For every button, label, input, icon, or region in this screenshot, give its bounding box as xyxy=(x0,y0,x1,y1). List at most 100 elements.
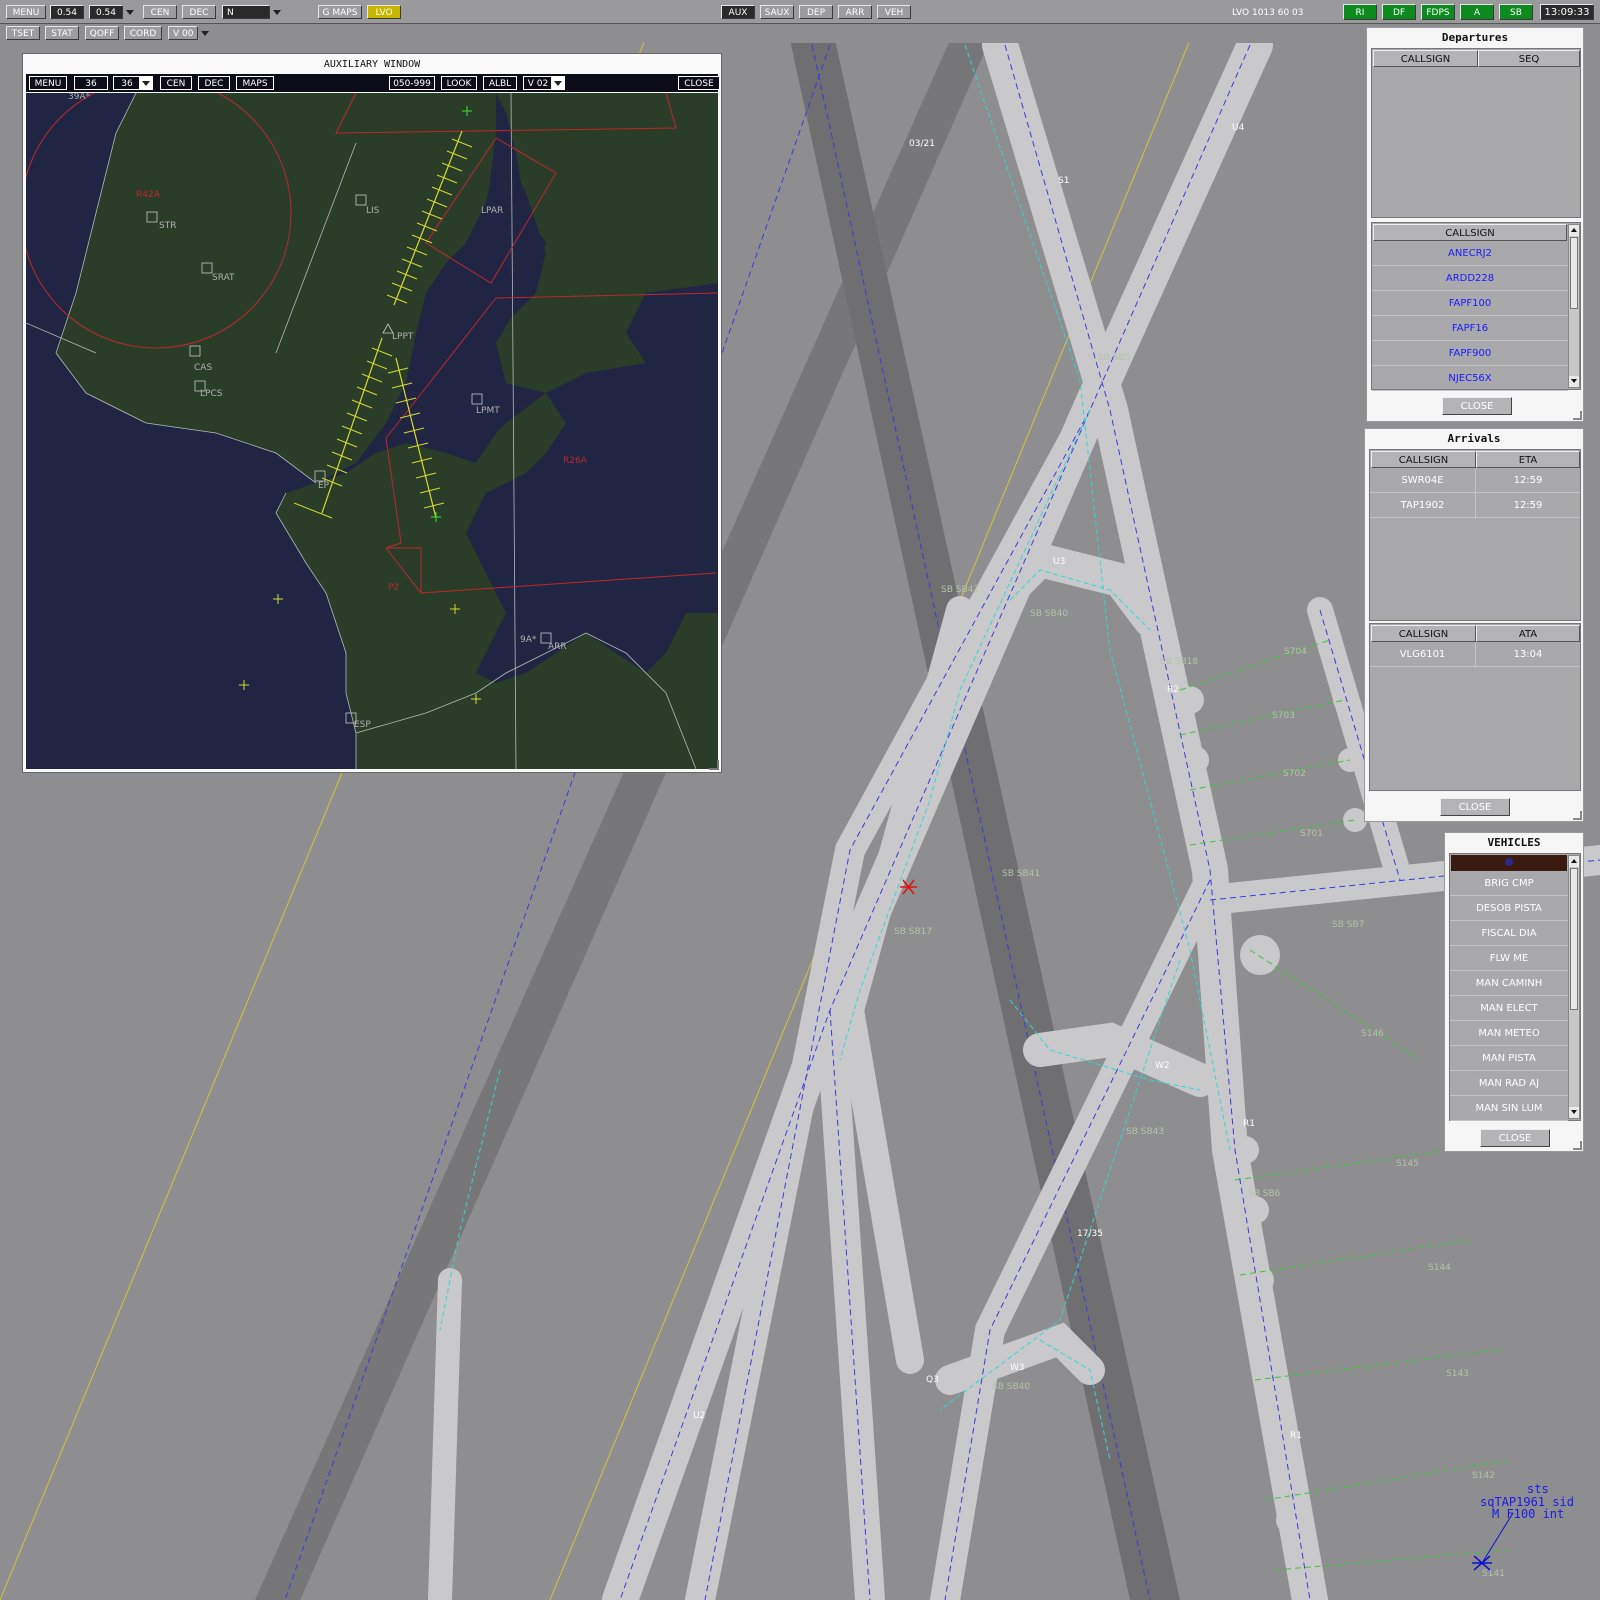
stat-button[interactable]: STAT xyxy=(45,26,79,40)
aux-view-select[interactable]: V 02 xyxy=(523,76,553,90)
vehicles-scrollbar[interactable] xyxy=(1568,855,1580,1119)
arrivals-resize-grip-icon[interactable] xyxy=(1573,811,1582,820)
aux-dec-button[interactable]: DEC xyxy=(198,76,230,90)
dep-button[interactable]: DEP xyxy=(799,5,833,19)
departures-resize-grip-icon[interactable] xyxy=(1573,411,1582,420)
landed-callsign[interactable]: VLG6101 xyxy=(1370,643,1475,667)
landed-ata: 13:04 xyxy=(1476,643,1580,667)
aux-maps-button[interactable]: MAPS xyxy=(236,76,274,90)
departures-panel[interactable]: Departures CALLSIGN SEQ CALLSIGN ANECRJ2… xyxy=(1366,27,1584,422)
vehicle-row[interactable]: MAN SIN LUM xyxy=(1450,1097,1568,1121)
vehicle-row[interactable]: MAN CAMINH xyxy=(1450,972,1568,996)
map-label: ESP xyxy=(354,720,371,730)
vehicles-resize-grip-icon[interactable] xyxy=(1573,1141,1582,1150)
orientation-select[interactable]: N xyxy=(222,5,270,19)
ri-button[interactable]: RI xyxy=(1343,4,1377,20)
aux-radar-map[interactable]: 39A* STR LIS LPAR SRAT LPPT CAS LPCS LPM… xyxy=(26,93,718,769)
vehicles-panel[interactable]: VEHICLES BRIG CMP DESOB PISTA FISCAL DIA… xyxy=(1444,832,1584,1152)
qoff-button[interactable]: QOFF xyxy=(85,26,119,40)
taxi-label: R1 xyxy=(1243,1119,1255,1129)
a-button[interactable]: A xyxy=(1460,4,1494,20)
vehicle-row[interactable]: FLW ME xyxy=(1450,947,1568,971)
view-select[interactable]: V 00 xyxy=(168,26,198,40)
vehicle-row[interactable]: MAN ELECT xyxy=(1450,997,1568,1021)
range-dropdown-icon[interactable] xyxy=(123,5,137,19)
taxi-label: W2 xyxy=(1155,1061,1170,1071)
aux-resize-grip-icon[interactable] xyxy=(709,760,719,770)
df-button[interactable]: DF xyxy=(1382,4,1416,20)
aux-albl-button[interactable]: ALBL xyxy=(483,76,517,90)
vehicle-row[interactable]: MAN RAD AJ xyxy=(1450,1072,1568,1096)
departures-close-button[interactable]: CLOSE xyxy=(1442,397,1512,415)
fdps-button[interactable]: FDPS xyxy=(1421,4,1455,20)
scroll-thumb[interactable] xyxy=(1570,237,1578,309)
altitude-filter[interactable]: 050-999 xyxy=(389,76,435,90)
range-value-1[interactable]: 0.54 xyxy=(50,5,84,19)
dec-button[interactable]: DEC xyxy=(182,5,216,19)
arrivals-panel[interactable]: Arrivals CALLSIGN ETA SWR04E 12:59 TAP19… xyxy=(1364,428,1584,822)
arrival-callsign[interactable]: TAP1902 xyxy=(1370,494,1475,518)
scroll-down-icon[interactable] xyxy=(1569,376,1579,387)
departures-col-callsign-2[interactable]: CALLSIGN xyxy=(1373,224,1567,241)
auxiliary-window[interactable]: AUXILIARY WINDOW MENU 36 36 CEN DEC MAPS… xyxy=(22,53,722,773)
aux-range-dropdown-icon[interactable] xyxy=(139,76,153,90)
cord-button[interactable]: CORD xyxy=(124,26,162,40)
arrival-callsign[interactable]: SWR04E xyxy=(1370,469,1475,493)
scroll-down-icon[interactable] xyxy=(1569,1107,1579,1118)
vehicles-close-button[interactable]: CLOSE xyxy=(1480,1129,1550,1147)
aux-button[interactable]: AUX xyxy=(721,5,755,19)
arrival-eta: 12:59 xyxy=(1476,494,1580,518)
range-value-2[interactable]: 0.54 xyxy=(89,5,123,19)
arrivals-col-eta[interactable]: ETA xyxy=(1476,451,1580,468)
orientation-dropdown-icon[interactable] xyxy=(270,5,284,19)
stand-label: SB SB6 xyxy=(1248,1189,1281,1199)
departure-row[interactable]: FAPF100 xyxy=(1372,292,1568,316)
departures-col-seq[interactable]: SEQ xyxy=(1478,50,1580,67)
view-dropdown-icon[interactable] xyxy=(198,26,212,40)
tset-button[interactable]: TSET xyxy=(6,26,40,40)
aux-range-2[interactable]: 36 xyxy=(113,76,141,90)
vehicle-row[interactable]: DESOB PISTA xyxy=(1450,897,1568,921)
lvo-button[interactable]: LVO xyxy=(367,5,401,19)
scroll-up-icon[interactable] xyxy=(1569,856,1579,867)
landed-col-ata[interactable]: ATA xyxy=(1476,625,1580,642)
aux-menu-button[interactable]: MENU xyxy=(29,76,67,90)
aux-view-dropdown-icon[interactable] xyxy=(551,76,565,90)
aux-cen-button[interactable]: CEN xyxy=(160,76,192,90)
scroll-thumb[interactable] xyxy=(1570,868,1578,1010)
taxi-label: U2 xyxy=(693,1411,705,1421)
aux-range-1[interactable]: 36 xyxy=(74,76,108,90)
vehicle-row[interactable]: MAN PISTA xyxy=(1450,1047,1568,1071)
stand-label: SB SB17 xyxy=(894,927,932,937)
vehicles-selected-row[interactable] xyxy=(1451,855,1567,871)
menu-button[interactable]: MENU xyxy=(6,5,46,19)
aux-toolbar: MENU 36 36 CEN DEC MAPS 050-999 LOOK ALB… xyxy=(26,74,720,92)
cen-button[interactable]: CEN xyxy=(143,5,177,19)
sb-button[interactable]: SB xyxy=(1499,4,1533,20)
vehicle-row[interactable]: FISCAL DIA xyxy=(1450,922,1568,946)
arr-button[interactable]: ARR xyxy=(838,5,872,19)
veh-button[interactable]: VEH xyxy=(877,5,911,19)
departure-row[interactable]: ANECRJ2 xyxy=(1372,242,1568,266)
vehicle-row[interactable]: BRIG CMP xyxy=(1450,872,1568,896)
departure-row[interactable]: ARDD228 xyxy=(1372,267,1568,291)
vehicles-list: BRIG CMP DESOB PISTA FISCAL DIA FLW ME M… xyxy=(1449,853,1581,1121)
landed-col-callsign[interactable]: CALLSIGN xyxy=(1371,625,1476,642)
arrivals-close-button[interactable]: CLOSE xyxy=(1440,798,1510,816)
departure-row[interactable]: NJEC56X xyxy=(1372,367,1568,391)
arrivals-col-callsign[interactable]: CALLSIGN xyxy=(1371,451,1476,468)
departures-scrollbar[interactable] xyxy=(1568,224,1580,388)
restricted-area-label: P2 xyxy=(388,583,399,593)
vehicle-row[interactable]: MAN METEO xyxy=(1450,1022,1568,1046)
scroll-up-icon[interactable] xyxy=(1569,225,1579,236)
aux-close-button[interactable]: CLOSE xyxy=(678,76,720,90)
map-label: EP xyxy=(318,481,330,491)
taxi-label: R1 xyxy=(1290,1431,1302,1441)
gmaps-button[interactable]: G MAPS xyxy=(318,5,362,19)
departure-row[interactable]: FAPF16 xyxy=(1372,317,1568,341)
departures-list: CALLSIGN ANECRJ2 ARDD228 FAPF100 FAPF16 … xyxy=(1371,222,1581,391)
saux-button[interactable]: SAUX xyxy=(760,5,794,19)
departure-row[interactable]: FAPF900 xyxy=(1372,342,1568,366)
departures-col-callsign[interactable]: CALLSIGN xyxy=(1373,50,1478,67)
aux-look-button[interactable]: LOOK xyxy=(441,76,477,90)
